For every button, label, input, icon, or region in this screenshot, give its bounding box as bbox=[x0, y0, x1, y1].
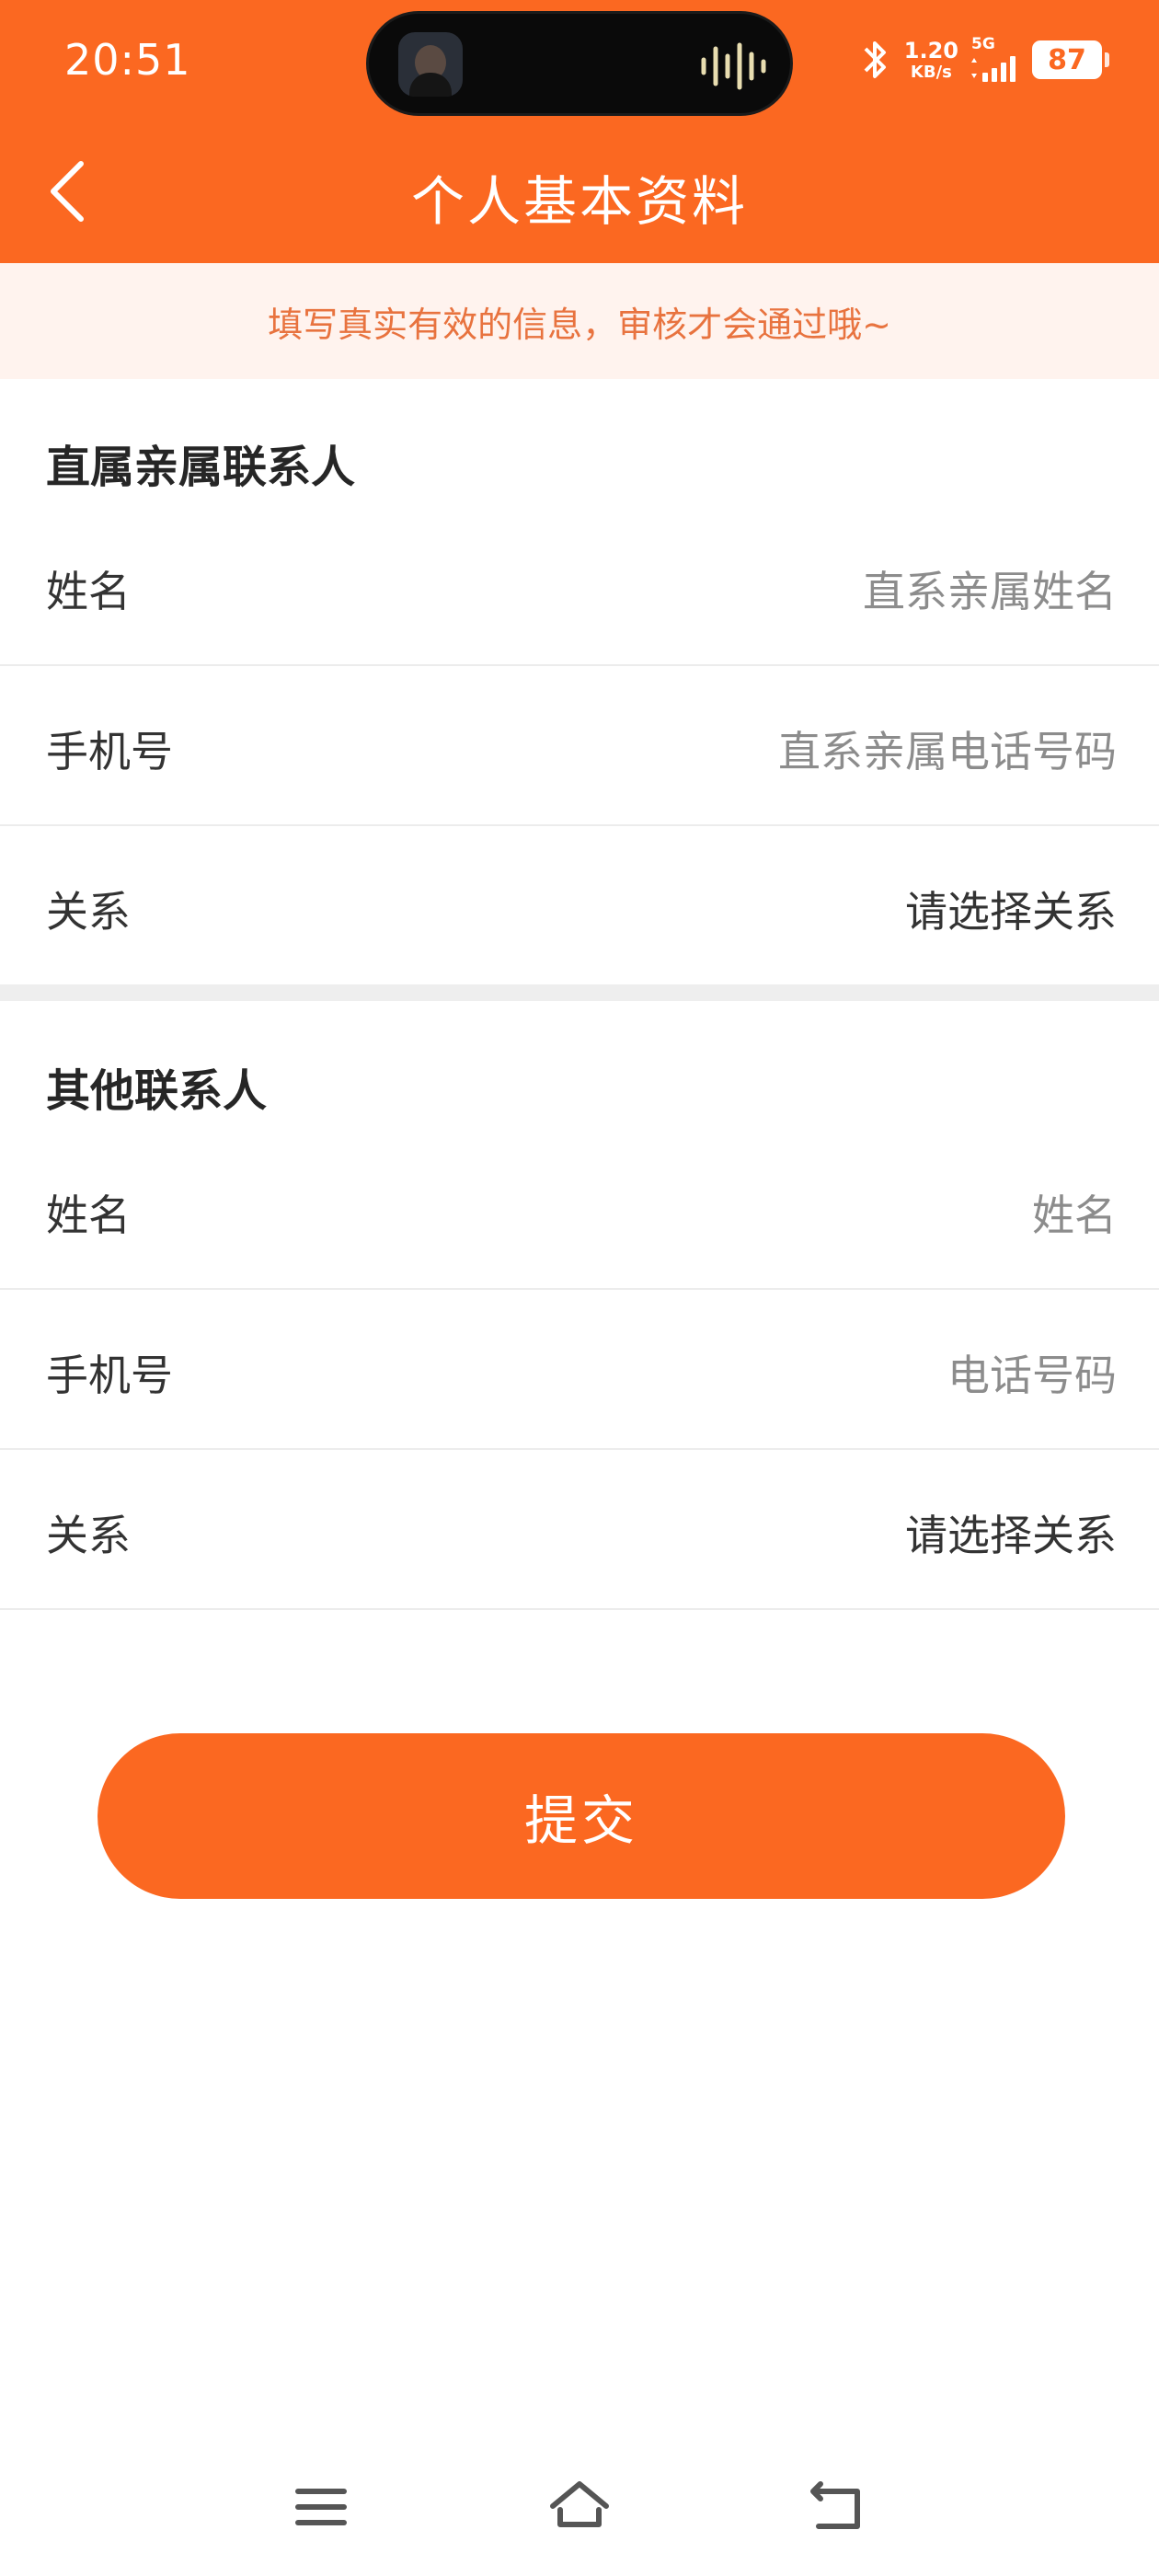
field-label: 姓名 bbox=[46, 566, 131, 616]
system-nav-bar bbox=[0, 2475, 1159, 2539]
divider bbox=[0, 1608, 1159, 1610]
other-contact-name-input[interactable]: 姓名 bbox=[1032, 1182, 1117, 1243]
divider bbox=[0, 824, 1159, 826]
other-contact-phone-field[interactable]: 手机号 电话号码 bbox=[0, 1292, 1159, 1453]
direct-relative-phone-input[interactable]: 直系亲属电话号码 bbox=[778, 719, 1117, 779]
submit-button[interactable]: 提交 bbox=[98, 1733, 1065, 1899]
audio-wave-icon bbox=[701, 42, 766, 90]
signal-indicator: 5G bbox=[970, 34, 1021, 84]
direct-relative-phone-field[interactable]: 手机号 直系亲属电话号码 bbox=[0, 668, 1159, 829]
section-title-other-contact: 其他联系人 bbox=[46, 1065, 268, 1117]
field-label: 关系 bbox=[46, 1510, 131, 1560]
battery-indicator: 87 bbox=[1032, 40, 1109, 79]
field-label: 姓名 bbox=[46, 1190, 131, 1240]
home-icon[interactable] bbox=[547, 2475, 612, 2539]
bluetooth-icon bbox=[864, 41, 886, 78]
divider bbox=[0, 1288, 1159, 1290]
divider bbox=[0, 1448, 1159, 1450]
network-speed-value: 1.20 bbox=[903, 37, 958, 63]
page-title: 个人基本资料 bbox=[410, 170, 748, 233]
other-contact-relation-field[interactable]: 关系 请选择关系 bbox=[0, 1452, 1159, 1613]
network-speed-unit: KB/s bbox=[910, 62, 952, 82]
back-nav-icon[interactable] bbox=[806, 2475, 870, 2539]
direct-relative-relation-field[interactable]: 关系 请选择关系 bbox=[0, 828, 1159, 989]
section-title-direct-relative: 直属亲属联系人 bbox=[46, 442, 356, 493]
section-separator bbox=[0, 984, 1159, 1001]
menu-icon[interactable] bbox=[289, 2475, 353, 2539]
direct-relative-name-field[interactable]: 姓名 直系亲属姓名 bbox=[0, 508, 1159, 669]
divider bbox=[0, 664, 1159, 666]
other-contact-relation-select[interactable]: 请选择关系 bbox=[905, 1502, 1117, 1563]
direct-relative-relation-select[interactable]: 请选择关系 bbox=[905, 879, 1117, 939]
dynamic-island[interactable] bbox=[366, 11, 793, 116]
status-time: 20:51 bbox=[64, 35, 191, 85]
field-label: 手机号 bbox=[46, 1350, 173, 1400]
field-label: 手机号 bbox=[46, 726, 173, 776]
network-speed: 1.20 KB/s bbox=[904, 40, 958, 81]
status-icons: 1.20 KB/s 5G 87 bbox=[856, 28, 1109, 92]
other-contact-name-field[interactable]: 姓名 姓名 bbox=[0, 1132, 1159, 1293]
field-label: 关系 bbox=[46, 886, 131, 937]
app-header: 20:51 1.20 KB/s 5G 87 个人基本资料 bbox=[0, 0, 1159, 263]
network-type: 5G bbox=[971, 34, 995, 53]
page: 20:51 1.20 KB/s 5G 87 个人基本资料 填写真实有效的信息，审… bbox=[0, 0, 1159, 2576]
media-thumbnail bbox=[398, 32, 463, 97]
direct-relative-name-input[interactable]: 直系亲属姓名 bbox=[863, 558, 1117, 619]
notice-banner: 填写真实有效的信息，审核才会通过哦~ bbox=[0, 263, 1159, 379]
other-contact-phone-input[interactable]: 电话号码 bbox=[947, 1342, 1117, 1403]
signal-bars-icon bbox=[971, 55, 1016, 82]
